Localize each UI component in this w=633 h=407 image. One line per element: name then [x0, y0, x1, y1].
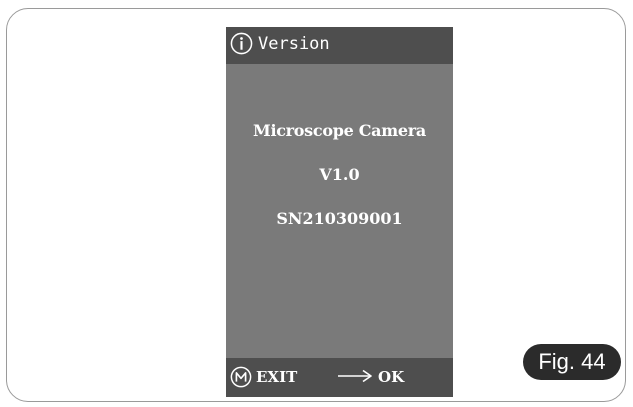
figure-label: Fig. 44	[523, 344, 621, 380]
info-icon	[230, 32, 253, 55]
m-button-icon	[230, 366, 252, 388]
serial-number: SN210309001	[276, 209, 403, 228]
exit-label[interactable]: EXIT	[256, 367, 297, 387]
right-arrow-icon	[338, 369, 372, 383]
camera-screen: Version Microscope Camera V1.0 SN2103090…	[226, 27, 453, 397]
ok-label[interactable]: OK	[378, 367, 404, 387]
footer-bar: EXIT OK	[226, 358, 453, 397]
product-name: Microscope Camera	[253, 121, 426, 140]
version-number: V1.0	[319, 165, 360, 184]
screen-title: Version	[258, 34, 330, 54]
header-bar: Version	[226, 27, 453, 64]
